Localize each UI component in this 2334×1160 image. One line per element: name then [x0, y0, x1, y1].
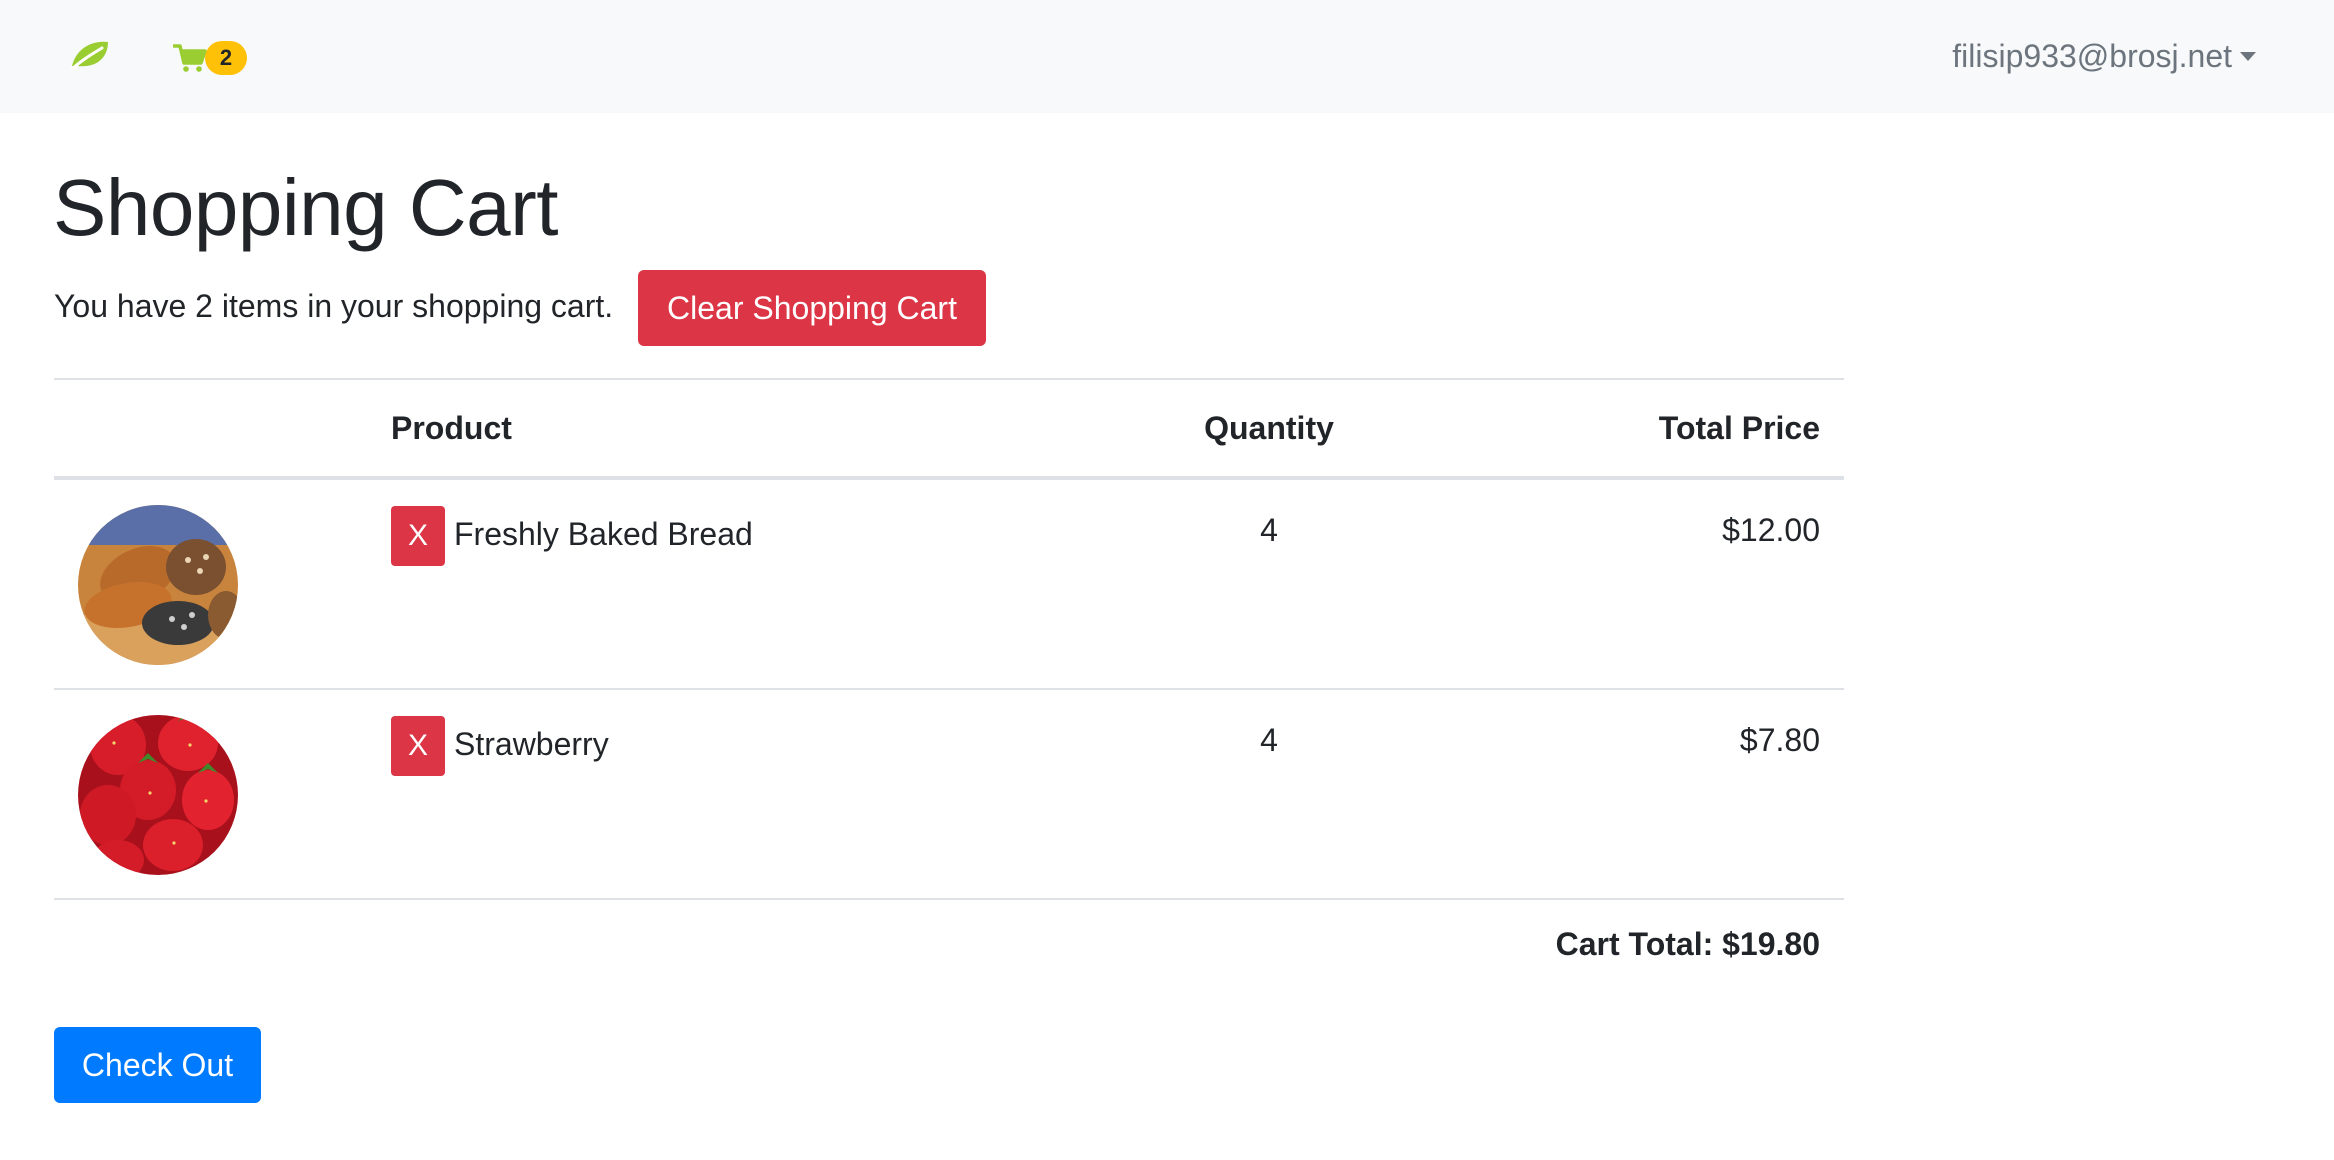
product-name: Strawberry	[454, 726, 609, 762]
cart-icon	[173, 44, 207, 72]
chevron-down-icon	[2240, 51, 2256, 61]
product-total-price: $7.80	[1739, 722, 1820, 758]
cart-count-badge: 2	[205, 41, 247, 75]
cart-total: Cart Total: $19.80	[1555, 926, 1820, 962]
row-divider	[54, 898, 1844, 900]
user-menu-dropdown[interactable]: filisip933@brosj.net	[1952, 34, 2256, 78]
page-title: Shopping Cart	[53, 163, 558, 252]
navbar: 2 filisip933@brosj.net	[0, 0, 2334, 113]
clear-cart-button[interactable]: Clear Shopping Cart	[638, 270, 986, 346]
table-top-border	[54, 378, 1844, 380]
user-email: filisip933@brosj.net	[1952, 37, 2232, 74]
table-row: X Freshly Baked Bread 4 $12.00	[54, 480, 1844, 690]
product-quantity: 4	[1260, 722, 1278, 758]
column-header-total-price: Total Price	[1658, 410, 1820, 446]
product-total-price: $12.00	[1722, 512, 1820, 548]
leaf-icon[interactable]	[68, 36, 112, 72]
table-row: X Strawberry 4 $7.80	[54, 690, 1844, 900]
cart-summary-text: You have 2 items in your shopping cart.	[54, 288, 614, 324]
column-header-quantity: Quantity	[1204, 410, 1334, 446]
strawberry-image	[78, 715, 238, 875]
checkout-button[interactable]: Check Out	[54, 1027, 261, 1103]
product-name: Freshly Baked Bread	[454, 516, 753, 552]
column-header-product: Product	[391, 410, 512, 446]
product-quantity: 4	[1260, 512, 1278, 548]
bread-image	[78, 505, 238, 665]
cart-link[interactable]: 2	[173, 38, 247, 78]
remove-item-button[interactable]: X	[391, 716, 445, 776]
remove-item-button[interactable]: X	[391, 506, 445, 566]
